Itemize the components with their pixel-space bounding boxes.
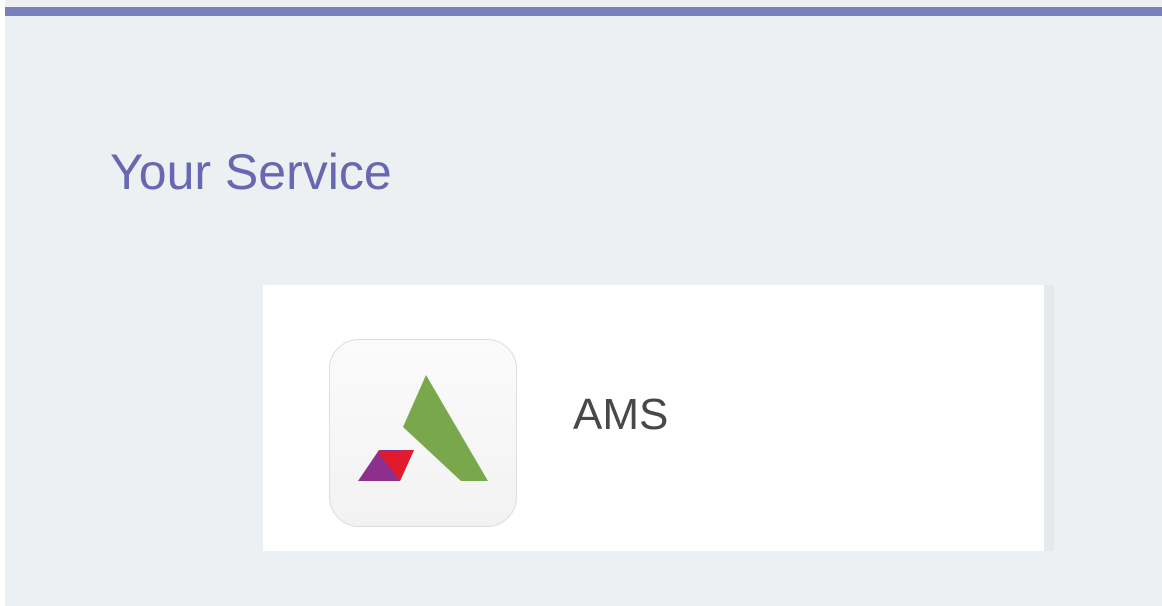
ams-service-card[interactable]: AMS bbox=[263, 285, 1044, 551]
ams-logo-icon[interactable] bbox=[329, 339, 517, 527]
logo-green-stripe bbox=[403, 375, 488, 481]
service-name: AMS bbox=[573, 390, 669, 439]
service-page: Your Service AMS bbox=[5, 0, 1162, 606]
top-accent-bar bbox=[5, 7, 1162, 16]
page-title: Your Service bbox=[110, 144, 392, 200]
